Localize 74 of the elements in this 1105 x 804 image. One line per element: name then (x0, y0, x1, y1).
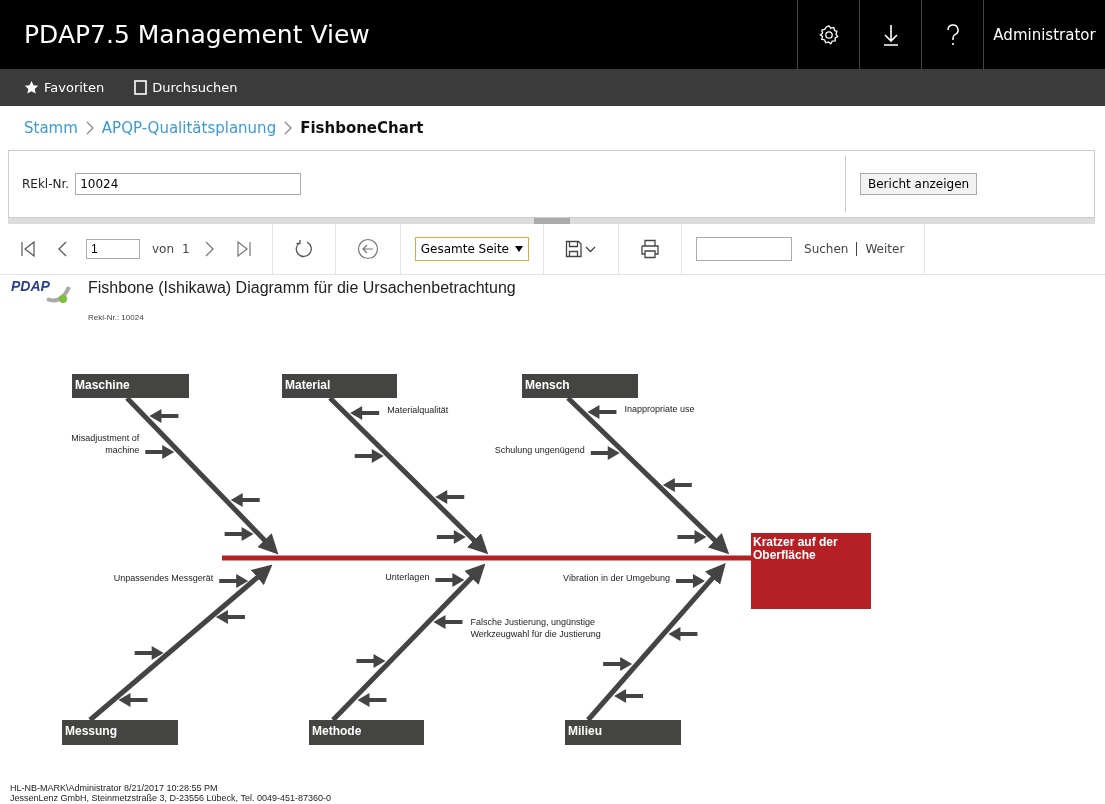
category-label: Messung (62, 720, 178, 745)
cause-arrow (614, 689, 644, 703)
cause-arrow (433, 615, 463, 629)
chevron-icon (284, 121, 293, 135)
cause-label: Inappropriate use (624, 403, 695, 416)
logo: PDAP (11, 277, 77, 307)
cause-arrow (435, 490, 465, 504)
breadcrumb-current: FishboneChart (300, 119, 424, 137)
parameter-field[interactable]: 10024 (75, 173, 302, 195)
cause-label: Unpassendes Messgerät (113, 572, 214, 585)
category-label: Mensch (522, 374, 638, 398)
parameter-label: REkl-Nr. (22, 177, 70, 191)
footer-text: JessenLenz GmbH, Steinmetzstraße 3, D-23556 Lübeck, Tel. 0049-451-87360-0 (10, 793, 332, 803)
page-number-field[interactable]: 1 (86, 239, 140, 259)
category-label: Material (282, 374, 397, 398)
find-next-link[interactable]: Weiter (865, 242, 905, 256)
cause-arrow (356, 654, 386, 668)
cause-label: Vibration in der Umgebung (563, 572, 670, 585)
cause-arrow (354, 449, 384, 463)
cause-arrow (219, 574, 249, 588)
cause-arrow (357, 693, 387, 707)
cause-label: Unterlagen (385, 571, 430, 584)
cause-arrow (149, 409, 179, 423)
cause-arrow (590, 446, 620, 460)
cause-arrow (668, 627, 698, 641)
category-label: Milieu (565, 720, 681, 745)
save-icon (565, 240, 597, 258)
cause-arrow (603, 657, 633, 671)
help-icon (945, 22, 960, 47)
chevron-icon (85, 121, 94, 135)
print-icon (640, 239, 660, 259)
cause-arrow (224, 527, 254, 541)
download-icon (881, 23, 900, 46)
nav-link[interactable]: Favoriten (24, 80, 105, 95)
effect-box: Kratzer auf der Oberfläche (751, 533, 871, 609)
category-label: Methode (309, 720, 424, 745)
cause-label: Falsche Justierung, ungünstige Werkzeugwahl für die Justierung (470, 617, 602, 641)
cause-label: Materialqualität (387, 404, 449, 417)
refresh-icon (293, 239, 314, 259)
zoom-dropdown[interactable]: Gesamte Seite (414, 237, 529, 261)
first-page-icon (21, 241, 35, 257)
nav-link[interactable]: Durchsuchen (134, 80, 238, 95)
next-icon (204, 241, 215, 257)
app-title: PDAP7.5 Management View (23, 20, 370, 49)
dropdown-icon (515, 246, 523, 252)
previous-icon (57, 241, 67, 257)
settings-icon (817, 23, 840, 46)
last-page-icon (236, 241, 251, 257)
report-title: Fishbone (Ishikawa) Diagramm für die Ursachenbetrachtung (88, 279, 516, 297)
cause-arrow (677, 530, 707, 544)
cause-arrow (435, 573, 465, 587)
back-icon (356, 238, 379, 260)
cause-label: Schulung ungenügend (494, 444, 585, 457)
cause-arrow (587, 405, 617, 419)
cause-arrow (436, 530, 466, 544)
cause-label: Misadjustment of machine (70, 433, 140, 457)
cause-arrow (230, 493, 260, 507)
footer-text: HL-NB-MARK\Administrator 8/21/2017 10:28:55 PM (10, 783, 219, 793)
star-icon (24, 80, 39, 95)
cause-arrow (215, 610, 245, 624)
find-link[interactable]: Suchen (804, 242, 849, 256)
cause-arrow (118, 693, 148, 707)
cause-arrow (134, 646, 164, 660)
show-report-button[interactable]: Bericht anzeigen (860, 173, 978, 195)
report-subtitle: Rekl-Nr.: 10024 (88, 313, 144, 322)
category-label: Maschine (72, 374, 189, 398)
search-field[interactable] (696, 237, 792, 261)
page-count: 1 (182, 242, 190, 256)
page-of-label: von (152, 242, 175, 256)
cause-arrow (675, 574, 705, 588)
cause-arrow (350, 406, 380, 420)
cause-arrow (145, 445, 175, 459)
page-icon (134, 80, 148, 95)
cause-arrow (662, 478, 692, 492)
